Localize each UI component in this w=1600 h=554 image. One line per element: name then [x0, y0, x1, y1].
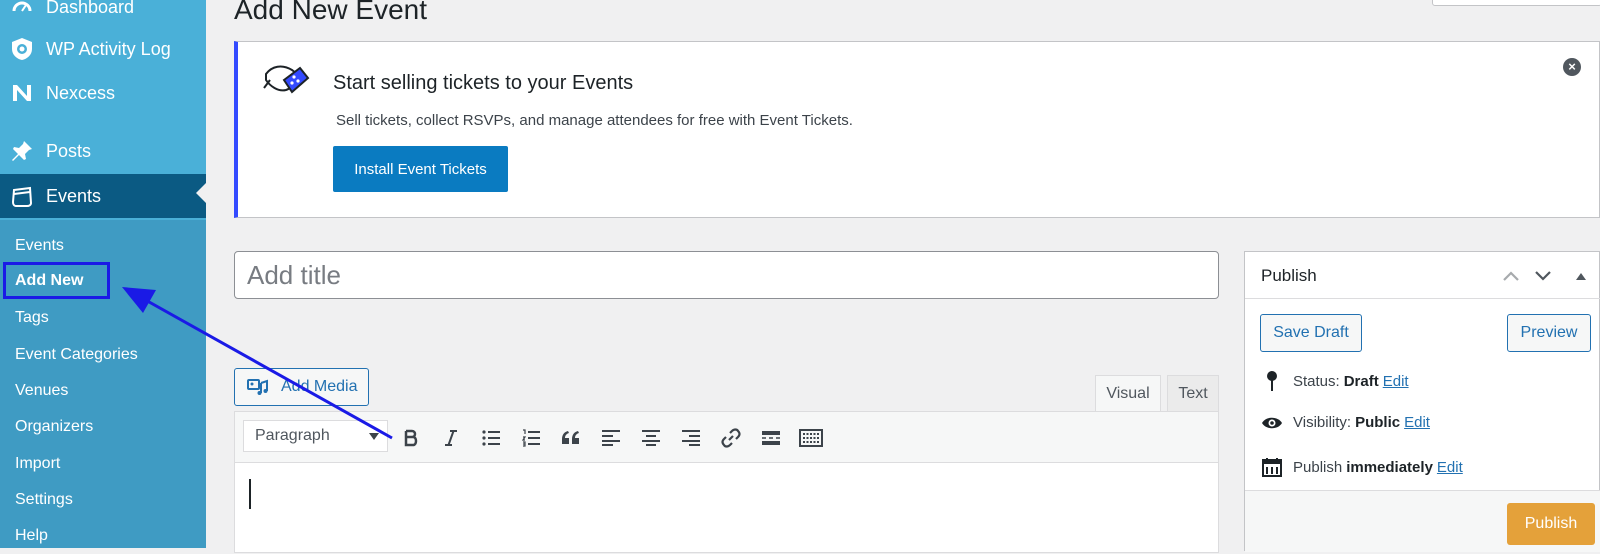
- text-cursor: [249, 479, 251, 509]
- edit-visibility-link[interactable]: Edit: [1404, 414, 1430, 431]
- submenu-item-import[interactable]: Import: [15, 446, 60, 482]
- notice-text: Sell tickets, collect RSVPs, and manage …: [336, 112, 853, 129]
- blockquote-icon[interactable]: [557, 424, 585, 452]
- sidebar-item-nexcess[interactable]: Nexcess: [0, 71, 206, 115]
- submenu-item-events[interactable]: Events: [15, 228, 64, 264]
- media-icon: [247, 377, 269, 397]
- chevron-down-icon[interactable]: [1531, 264, 1555, 288]
- calendar-icon: [10, 184, 34, 208]
- notice-title: Start selling tickets to your Events: [333, 72, 634, 94]
- add-media-button[interactable]: Add Media: [234, 368, 369, 406]
- schedule-value: immediately: [1346, 458, 1433, 476]
- read-more-icon[interactable]: [757, 424, 785, 452]
- ticket-icon: [262, 60, 314, 102]
- align-center-icon[interactable]: [637, 424, 665, 452]
- format-select-value: Paragraph: [255, 427, 330, 444]
- status-value: Draft: [1343, 372, 1379, 390]
- editor-toolbar: Paragraph: [234, 411, 1219, 463]
- tab-visual[interactable]: Visual: [1095, 375, 1161, 411]
- publish-box-header: Publish: [1245, 252, 1600, 299]
- submenu-item-label: Import: [15, 455, 61, 472]
- publish-box-title: Publish: [1261, 266, 1317, 285]
- annotation-highlight-box: [3, 262, 110, 299]
- calendar-icon: [1261, 457, 1283, 477]
- sidebar-item-label: Events: [46, 185, 102, 206]
- format-select[interactable]: Paragraph: [243, 420, 388, 452]
- tab-text[interactable]: Text: [1167, 375, 1219, 411]
- visibility-row: Visibility: Public Edit: [1261, 414, 1430, 431]
- link-icon[interactable]: [717, 424, 745, 452]
- visibility-label: Visibility:: [1293, 414, 1352, 431]
- sidebar-item-label: Dashboard: [46, 0, 135, 17]
- submenu-item-label: Settings: [15, 491, 73, 508]
- publish-button[interactable]: Publish: [1507, 503, 1595, 545]
- submenu-item-label: Help: [15, 527, 48, 544]
- nexcess-icon: [10, 81, 34, 105]
- submenu-item-label: Events: [15, 237, 64, 254]
- pin-icon: [1261, 370, 1283, 392]
- submenu-item-label: Event Categories: [15, 346, 138, 363]
- numbered-list-icon[interactable]: [517, 424, 545, 452]
- sidebar-item-posts[interactable]: Posts: [0, 129, 206, 173]
- status-row: Status: Draft Edit: [1261, 370, 1409, 392]
- schedule-label: Publish: [1293, 458, 1343, 476]
- admin-sidebar: Dashboard WP Activity Log Nexcess Posts …: [0, 0, 206, 548]
- submenu-item-settings[interactable]: Settings: [15, 482, 73, 518]
- submenu-item-venues[interactable]: Venues: [15, 373, 68, 409]
- toolbar-toggle-icon[interactable]: [797, 424, 825, 452]
- submenu-item-organizers[interactable]: Organizers: [15, 409, 93, 445]
- align-right-icon[interactable]: [677, 424, 705, 452]
- status-label: Status:: [1293, 372, 1340, 390]
- sidebar-item-events[interactable]: Events: [0, 174, 206, 218]
- event-tickets-notice: Start selling tickets to your Events Sel…: [234, 41, 1600, 218]
- sidebar-item-label: Nexcess: [46, 82, 116, 103]
- install-event-tickets-button[interactable]: Install Event Tickets: [333, 146, 508, 192]
- italic-icon[interactable]: [437, 424, 465, 452]
- submenu-item-label: Organizers: [15, 418, 94, 435]
- preview-button[interactable]: Preview: [1507, 314, 1591, 352]
- publish-box: Publish Save Draft Preview Status: Draft…: [1244, 251, 1600, 552]
- submenu-item-help[interactable]: Help: [15, 518, 48, 554]
- sidebar-item-label: Posts: [46, 140, 92, 161]
- edit-status-link[interactable]: Edit: [1383, 373, 1409, 390]
- chevron-down-icon: [369, 433, 379, 440]
- schedule-row: Publish immediately Edit: [1261, 457, 1463, 477]
- page-title: Add New Event: [234, 0, 427, 25]
- collapse-toggle-icon[interactable]: [1569, 264, 1593, 288]
- submenu-item-label: Tags: [15, 309, 49, 326]
- submenu-item-label: Venues: [15, 382, 69, 399]
- close-icon[interactable]: ×: [1563, 58, 1581, 76]
- sidebar-item-wp-activity-log[interactable]: WP Activity Log: [0, 27, 206, 71]
- save-draft-button[interactable]: Save Draft: [1260, 314, 1362, 352]
- visibility-value: Public: [1355, 414, 1401, 431]
- screen-options-tab[interactable]: [1432, 0, 1600, 6]
- eye-icon: [1261, 416, 1283, 430]
- submenu-item-event-categories[interactable]: Event Categories: [15, 337, 138, 373]
- current-menu-indicator: [196, 183, 206, 203]
- edit-schedule-link[interactable]: Edit: [1437, 459, 1463, 476]
- sidebar-item-dashboard[interactable]: Dashboard: [0, 0, 206, 29]
- align-left-icon[interactable]: [597, 424, 625, 452]
- pushpin-icon: [10, 139, 34, 163]
- add-media-label: Add Media: [281, 378, 358, 395]
- bold-icon[interactable]: [397, 424, 425, 452]
- bullet-list-icon[interactable]: [477, 424, 505, 452]
- submenu-item-tags[interactable]: Tags: [15, 300, 49, 336]
- shield-icon: [10, 37, 34, 61]
- editor-content-area[interactable]: [234, 463, 1219, 553]
- dashboard-icon: [10, 0, 34, 19]
- chevron-up-icon[interactable]: [1499, 264, 1523, 288]
- title-input[interactable]: [234, 251, 1219, 299]
- sidebar-item-label: WP Activity Log: [46, 38, 171, 59]
- publish-box-footer: Publish: [1245, 490, 1600, 552]
